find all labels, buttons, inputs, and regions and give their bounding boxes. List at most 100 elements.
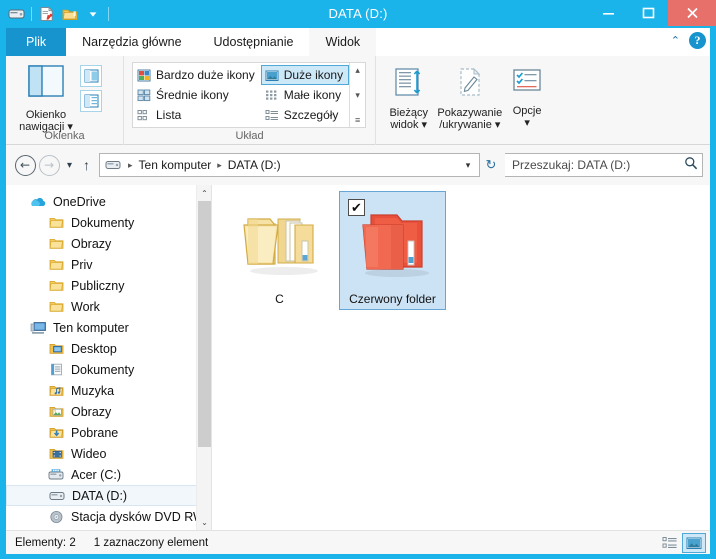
tree-item-acer-c[interactable]: Acer (C:) — [6, 464, 211, 485]
navigation-pane-scrollbar[interactable]: ⌃ ⌄ — [196, 185, 211, 530]
tab-widok[interactable]: Widok — [309, 28, 377, 56]
folder-icon — [47, 278, 65, 294]
view-option-medium-icons[interactable]: Średnie ikony — [133, 85, 261, 105]
breadcrumb: ▸ Ten komputer ▸ DATA (D:) — [104, 158, 459, 172]
tree-item-dvd-drive[interactable]: Stacja dysków DVD RW (F: — [6, 506, 211, 527]
tree-item-obrazy-onedrive[interactable]: Obrazy — [6, 233, 211, 254]
minimize-button[interactable] — [588, 0, 628, 26]
back-button[interactable]: ← — [13, 153, 37, 177]
ribbon-group-uklad: Bardzo duże ikony Średnie ikony Lista Du… — [124, 56, 376, 145]
view-option-label: Duże ikony — [283, 68, 344, 82]
refresh-button[interactable]: ↻ — [480, 154, 502, 176]
tree-item-muzyka[interactable]: Muzyka — [6, 380, 211, 401]
scrollbar-track[interactable] — [197, 201, 211, 514]
folder-tree: OneDrive Dokumenty Obrazy Priv Publiczny… — [6, 185, 211, 527]
file-item-czerwony-folder[interactable]: ✔ Czerwony folder — [339, 191, 446, 310]
address-path-box[interactable]: ▸ Ten komputer ▸ DATA (D:) ▾ — [99, 153, 480, 177]
search-icon[interactable] — [684, 156, 698, 175]
tab-plik[interactable]: Plik — [6, 28, 67, 56]
view-option-label: Średnie ikony — [156, 88, 229, 102]
breadcrumb-separator[interactable]: ▸ — [213, 160, 226, 171]
ribbon: Okienko nawigacji ▾ Okienka Bardzo duże … — [6, 56, 710, 145]
back-icon: ← — [14, 154, 36, 176]
documents-icon — [47, 362, 65, 378]
help-icon[interactable]: ? — [689, 32, 706, 49]
gallery-scroll-up-icon[interactable]: ▴ — [355, 65, 360, 76]
folder-icon — [47, 257, 65, 273]
folder-icon — [47, 299, 65, 315]
ribbon-tab-bar: Plik Narzędzia główne Udostępnianie Wido… — [6, 28, 710, 56]
tree-item-label: Wideo — [71, 446, 107, 461]
scrollbar-thumb[interactable] — [198, 201, 211, 447]
drive-icon — [104, 159, 124, 171]
tree-item-onedrive[interactable]: OneDrive — [6, 191, 211, 212]
pane-small-buttons — [80, 60, 102, 133]
layout-gallery-column-left: Bardzo duże ikony Średnie ikony Lista — [133, 63, 261, 127]
gallery-scroll-down-icon[interactable]: ▾ — [355, 90, 360, 101]
tree-item-dokumenty[interactable]: Dokumenty — [6, 359, 211, 380]
forward-button[interactable]: → — [37, 153, 61, 177]
tab-udostepnianie[interactable]: Udostępnianie — [197, 28, 310, 56]
tree-item-priv[interactable]: Priv — [6, 254, 211, 275]
tab-narzedzia-glowne[interactable]: Narzędzia główne — [66, 28, 198, 56]
current-view-button[interactable]: Bieżący widok ▾ — [382, 62, 435, 131]
system-drive-icon — [47, 467, 65, 483]
view-option-details[interactable]: Szczegóły — [261, 105, 349, 125]
tree-item-label: Ten komputer — [53, 320, 129, 335]
tree-item-label: Desktop — [71, 341, 117, 356]
maximize-button[interactable] — [628, 0, 668, 26]
tree-item-desktop[interactable]: Desktop — [6, 338, 211, 359]
options-button[interactable]: Opcje ▾ — [504, 62, 550, 131]
details-view-button[interactable] — [658, 533, 682, 553]
tree-item-dokumenty-onedrive[interactable]: Dokumenty — [6, 212, 211, 233]
view-option-extra-large-icons[interactable]: Bardzo duże ikony — [133, 65, 261, 85]
tree-item-wideo[interactable]: Wideo — [6, 443, 211, 464]
view-option-list[interactable]: Lista — [133, 105, 261, 125]
search-box[interactable]: Przeszukaj: DATA (D:) — [505, 153, 703, 177]
tree-item-label: Muzyka — [71, 383, 115, 398]
options-icon — [510, 66, 544, 103]
this-pc-icon — [29, 320, 47, 336]
view-option-small-icons[interactable]: Małe ikony — [261, 85, 349, 105]
collapse-ribbon-icon[interactable]: ⌃ — [671, 34, 680, 47]
options-dropdown-icon[interactable]: ▾ — [524, 117, 530, 129]
tree-item-label: Pobrane — [71, 425, 119, 440]
gallery-more-icon[interactable]: ≡ — [355, 115, 360, 125]
desktop-icon — [47, 341, 65, 357]
tree-item-work[interactable]: Work — [6, 296, 211, 317]
breadcrumb-item-data-d[interactable]: DATA (D:) — [226, 158, 283, 172]
title-bar: DATA (D:) — [0, 0, 716, 28]
show-hide-dropdown-icon[interactable]: ▾ — [495, 119, 501, 131]
tree-item-ten-komputer[interactable]: Ten komputer — [6, 317, 211, 338]
view-option-label: Bardzo duże ikony — [156, 68, 255, 82]
show-hide-label-1: Pokazywanie — [437, 107, 503, 119]
videos-icon — [47, 446, 65, 462]
view-option-large-icons[interactable]: Duże ikony — [260, 65, 350, 85]
layout-gallery-scrollbar[interactable]: ▴ ▾ ≡ — [349, 63, 365, 127]
close-button[interactable] — [668, 0, 716, 26]
navigation-pane-button[interactable]: Okienko nawigacji ▾ — [12, 60, 80, 133]
tree-item-obrazy[interactable]: Obrazy — [6, 401, 211, 422]
search-input[interactable]: Przeszukaj: DATA (D:) — [512, 158, 684, 172]
file-list-pane[interactable]: C ✔ Czerwony folder — [212, 185, 710, 530]
file-item-c[interactable]: C — [226, 191, 333, 310]
onedrive-icon — [29, 194, 47, 210]
large-icons-view-button[interactable] — [682, 532, 706, 553]
details-pane-icon[interactable] — [80, 90, 102, 112]
show-hide-button[interactable]: Pokazywanie /ukrywanie ▾ — [435, 62, 504, 131]
up-button[interactable]: ↑ — [78, 153, 95, 177]
tree-item-data-d[interactable]: DATA (D:) — [6, 485, 211, 506]
address-dropdown-icon[interactable]: ▾ — [459, 154, 477, 176]
current-view-dropdown-icon[interactable]: ▾ — [422, 119, 428, 131]
item-checkbox[interactable]: ✔ — [348, 199, 365, 216]
tree-item-publiczny[interactable]: Publiczny — [6, 275, 211, 296]
ribbon-group-label-okienka: Okienka — [44, 130, 85, 142]
breadcrumb-separator[interactable]: ▸ — [124, 160, 137, 171]
tree-item-label: Stacja dysków DVD RW (F: — [71, 509, 211, 524]
breadcrumb-item-ten-komputer[interactable]: Ten komputer — [137, 158, 214, 172]
recent-locations-button[interactable]: ▾ — [61, 153, 78, 177]
tree-item-pobrane[interactable]: Pobrane — [6, 422, 211, 443]
scroll-up-icon[interactable]: ⌃ — [197, 185, 211, 201]
scroll-down-icon[interactable]: ⌄ — [197, 514, 211, 530]
preview-pane-icon[interactable] — [80, 65, 102, 87]
